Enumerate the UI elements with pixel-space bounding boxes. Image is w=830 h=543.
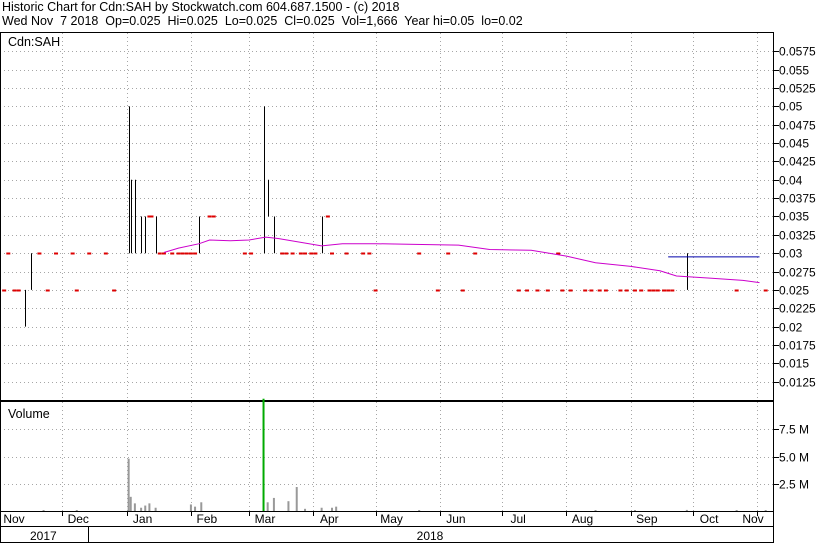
x-tick-label: Dec (68, 512, 89, 526)
volume-bar (764, 510, 767, 511)
volume-bar (735, 510, 738, 511)
volume-bar (272, 497, 275, 511)
x-tick-label: Jun (446, 512, 465, 526)
volume-bar (304, 508, 307, 511)
volume-bar (129, 496, 132, 511)
price-panel-title: Cdn:SAH (8, 35, 60, 49)
volume-bar (594, 510, 597, 511)
volume-bar (75, 510, 78, 511)
volume-bar (140, 507, 143, 511)
volume-bar (320, 507, 323, 511)
volume-bar (194, 506, 197, 511)
y-tick-label: 0.03 (779, 247, 803, 261)
volume-bar (127, 458, 130, 511)
y-tick-label: 0.0525 (779, 82, 816, 96)
year-label-2018: 2018 (417, 529, 444, 543)
volume-bar (154, 507, 157, 511)
volume-bar (200, 502, 203, 511)
year-label-2017: 2017 (30, 529, 57, 543)
x-tick-label: Aug (572, 512, 593, 526)
y-tick-label: 0.045 (779, 137, 809, 151)
volume-panel-frame (0, 401, 774, 512)
y-tick-label: 0.055 (779, 64, 809, 78)
y-tick-label: 0.015 (779, 357, 809, 371)
y-tick-label: 0.025 (779, 284, 809, 298)
x-tick-label: May (380, 512, 403, 526)
volume-bar (42, 510, 45, 511)
y-tick-label: 0.02 (779, 321, 803, 335)
volume-bar (133, 503, 136, 511)
y-tick-label: 0.0475 (779, 119, 816, 133)
x-tick-label: Nov (3, 512, 24, 526)
volume-bar (633, 510, 636, 511)
volume-bar (418, 510, 421, 511)
y-tick-label: 0.0425 (779, 155, 816, 169)
x-tick-label: Apr (320, 512, 339, 526)
volume-panel-title: Volume (8, 407, 50, 421)
x-tick-label: Nov (742, 512, 763, 526)
y-tick-label: 0.05 (779, 100, 803, 114)
y-tick-label: 0.0275 (779, 266, 816, 280)
volume-bar (148, 503, 151, 511)
x-tick-label: Jan (133, 512, 152, 526)
volume-bar (266, 502, 269, 511)
y-tick-label: 0.0125 (779, 376, 816, 390)
volume-bar (331, 507, 334, 511)
volume-y-tick-label: 7.5 M (779, 423, 809, 437)
y-tick-label: 0.04 (779, 174, 803, 188)
volume-bar (144, 505, 147, 511)
y-tick-label: 0.035 (779, 210, 809, 224)
moving-average-line (163, 236, 760, 284)
y-tick-label: 0.0575 (779, 45, 816, 59)
volume-bar (189, 504, 192, 511)
y-tick-label: 0.0375 (779, 192, 816, 206)
volume-bar (262, 398, 265, 511)
y-tick-label: 0.0175 (779, 339, 816, 353)
y-tick-label: 0.0325 (779, 229, 816, 243)
volume-y-tick-label: 5.0 M (779, 451, 809, 465)
volume-bar (287, 501, 290, 511)
volume-y-tick-label: 2.5 M (779, 478, 809, 492)
volume-bar (335, 506, 338, 511)
x-tick-label: Feb (197, 512, 218, 526)
x-tick-label: Mar (255, 512, 276, 526)
volume-bar (295, 487, 298, 511)
x-tick-label: Sep (636, 512, 658, 526)
volume-bar (685, 509, 688, 511)
y-tick-label: 0.0225 (779, 302, 816, 316)
stock-chart: Cdn:SAH Volume 2017 2018 Nov Dec Jan Feb Mar… (0, 32, 816, 543)
x-tick-label: Oct (700, 512, 719, 526)
x-tick-label: Jul (510, 512, 525, 526)
